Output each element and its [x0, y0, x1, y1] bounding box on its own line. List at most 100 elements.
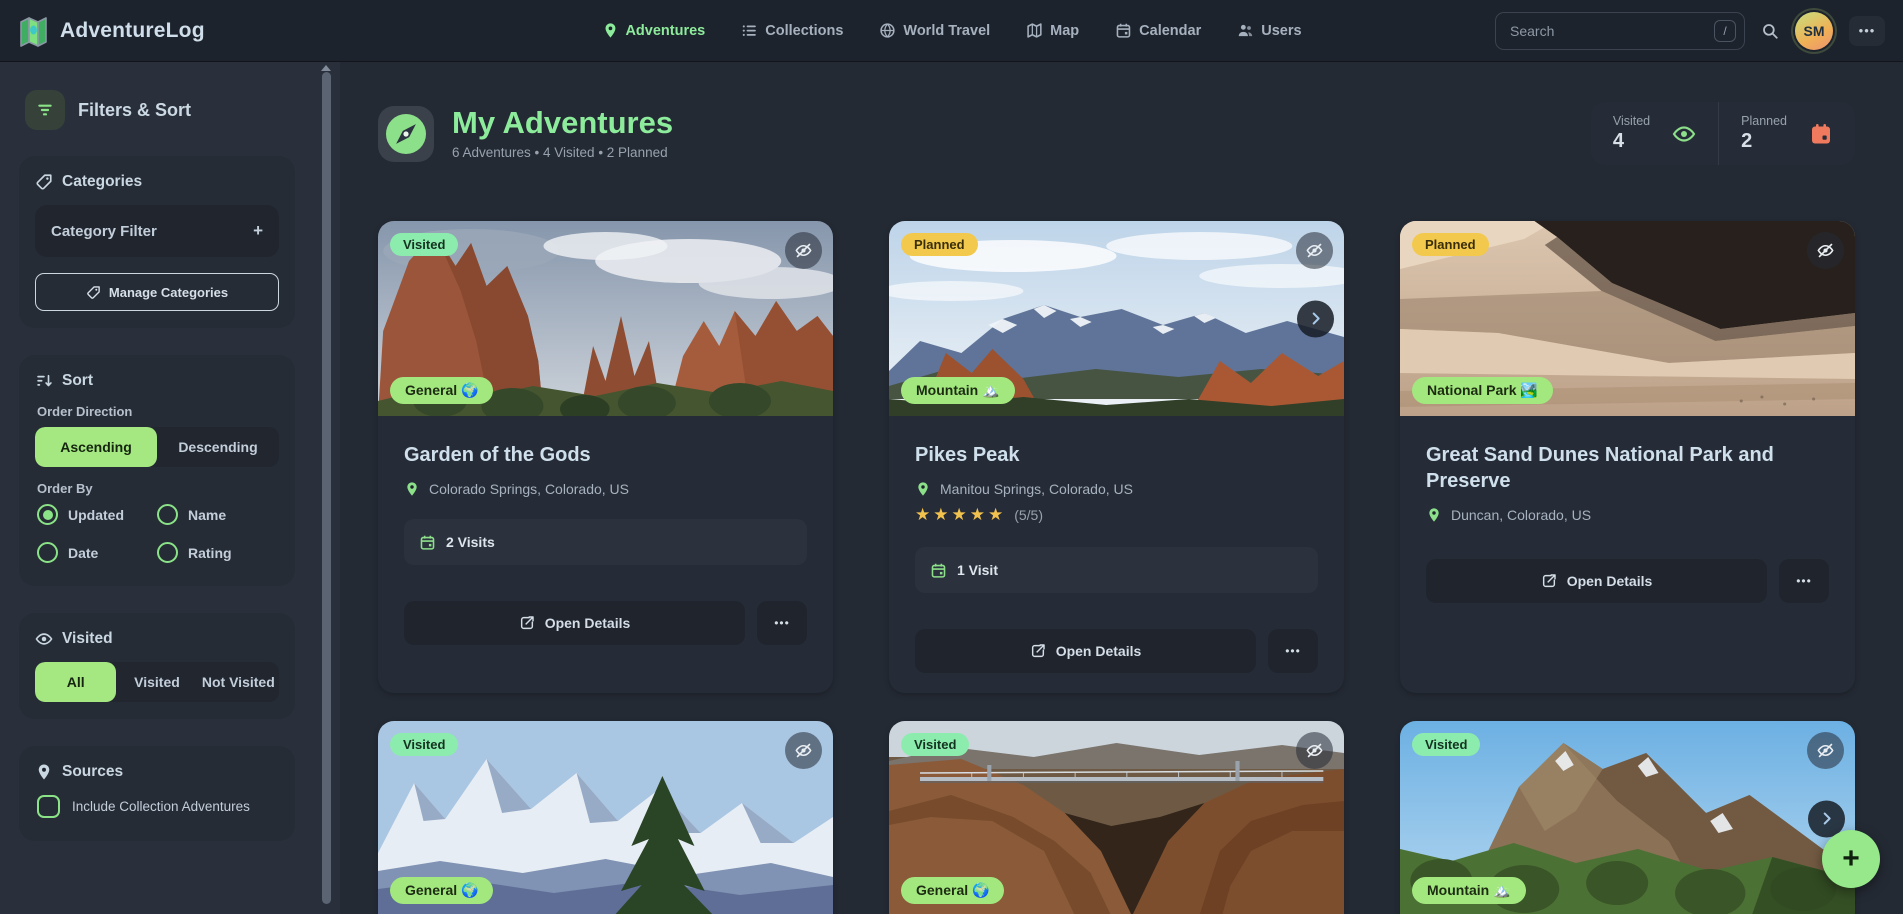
radio-dot — [157, 542, 178, 563]
sidebar-title: Filters & Sort — [78, 100, 191, 121]
radio-name[interactable]: Name — [157, 504, 277, 525]
radio-updated[interactable]: Updated — [37, 504, 157, 525]
status-badge: Visited — [390, 733, 458, 756]
page-titles: My Adventures 6 Adventures • 4 Visited •… — [452, 107, 673, 160]
star-rating-icons: ★★★★★ — [915, 505, 1006, 525]
main-content: My Adventures 6 Adventures • 4 Visited •… — [340, 62, 1903, 914]
adventurelog-app: AdventureLog Adventures Collections Worl… — [0, 0, 1903, 914]
nav-item-adventures[interactable]: Adventures — [601, 22, 705, 39]
toggle-visibility-button[interactable] — [785, 232, 822, 269]
stat-visited-text: Visited 4 — [1613, 114, 1650, 153]
toggle-visibility-button[interactable] — [785, 732, 822, 769]
visited-toggle: All Visited Not Visited — [35, 662, 279, 702]
navbar-right: / SM ••• — [1495, 12, 1885, 50]
nav-item-label: World Travel — [903, 23, 990, 39]
calendar-icon — [1809, 122, 1833, 146]
compass-icon — [385, 113, 427, 155]
location-text: Colorado Springs, Colorado, US — [429, 481, 629, 497]
globe-icon — [879, 22, 896, 39]
toggle-visibility-button[interactable] — [1807, 732, 1844, 769]
card-body: Pikes Peak Manitou Springs, Colorado, US… — [889, 416, 1344, 693]
visited-not-visited-toggle[interactable]: Not Visited — [198, 662, 279, 702]
categories-header: Categories — [35, 173, 279, 191]
adventure-photo: Visited General 🌍 — [889, 721, 1344, 914]
sources-header: Sources — [35, 763, 279, 781]
vertical-scrollbar[interactable] — [321, 62, 331, 914]
tag-icon — [35, 173, 53, 191]
descending-toggle[interactable]: Descending — [157, 427, 279, 467]
map-pin-icon — [35, 763, 53, 781]
ellipsis-icon: ••• — [774, 616, 790, 630]
toggle-visibility-button[interactable] — [1296, 232, 1333, 269]
adventure-title: Garden of the Gods — [404, 442, 807, 468]
navbar: AdventureLog Adventures Collections Worl… — [0, 0, 1903, 62]
category-badge: National Park 🏞️ — [1412, 377, 1553, 404]
expand-icon: + — [253, 221, 263, 241]
location-row: Colorado Springs, Colorado, US — [404, 481, 807, 497]
status-badge: Visited — [901, 733, 969, 756]
nav-item-collections[interactable]: Collections — [741, 22, 843, 39]
scrollbar-up-arrow[interactable] — [321, 65, 331, 71]
nav-item-world-travel[interactable]: World Travel — [879, 22, 990, 39]
page-header: My Adventures 6 Adventures • 4 Visited •… — [378, 102, 1855, 165]
card-menu-button[interactable]: ••• — [1268, 629, 1318, 673]
navbar-menu-button[interactable]: ••• — [1849, 16, 1885, 46]
filter-icon — [35, 100, 55, 120]
nav-item-users[interactable]: Users — [1237, 22, 1301, 39]
checkbox-label: Include Collection Adventures — [72, 799, 250, 814]
open-details-button[interactable]: Open Details — [915, 629, 1256, 673]
avatar[interactable]: SM — [1795, 12, 1833, 50]
toggle-visibility-button[interactable] — [1807, 232, 1844, 269]
adventure-photo: Planned National Park 🏞️ — [1400, 221, 1855, 416]
radio-dot — [37, 504, 58, 525]
visited-visited-toggle[interactable]: Visited — [116, 662, 197, 702]
adventure-card: Planned National Park 🏞️ Great Sand Dune… — [1400, 221, 1855, 693]
add-adventure-button[interactable]: + — [1822, 830, 1880, 888]
search-button[interactable] — [1761, 22, 1779, 40]
calendar-icon — [930, 562, 947, 579]
search-box: / — [1495, 12, 1745, 50]
ellipsis-icon: ••• — [1285, 644, 1301, 658]
ascending-toggle[interactable]: Ascending — [35, 427, 157, 467]
map-pin-icon — [1426, 507, 1442, 523]
radio-date[interactable]: Date — [37, 542, 157, 563]
external-link-icon — [1030, 643, 1046, 659]
nav-item-map[interactable]: Map — [1026, 22, 1079, 39]
category-badge: Mountain 🏔️ — [901, 377, 1015, 404]
adventure-title: Pikes Peak — [915, 442, 1318, 468]
stat-planned-label: Planned — [1741, 114, 1787, 128]
calendar-icon — [419, 534, 436, 551]
map-pin-icon — [601, 22, 618, 39]
users-icon — [1237, 22, 1254, 39]
search-input[interactable] — [1495, 12, 1745, 50]
carousel-next-button[interactable] — [1297, 300, 1334, 337]
ellipsis-icon: ••• — [1796, 574, 1812, 588]
scrollbar-thumb[interactable] — [322, 72, 331, 904]
manage-categories-button[interactable]: Manage Categories — [35, 273, 279, 311]
card-menu-button[interactable]: ••• — [1779, 559, 1829, 603]
radio-rating[interactable]: Rating — [157, 542, 277, 563]
card-menu-button[interactable]: ••• — [757, 601, 807, 645]
category-badge: General 🌍 — [390, 877, 493, 904]
visited-all-toggle[interactable]: All — [35, 662, 116, 702]
stat-planned-value: 2 — [1741, 130, 1787, 153]
include-collection-adventures-checkbox[interactable] — [37, 795, 60, 818]
category-filter-collapse[interactable]: Category Filter + — [35, 205, 279, 257]
nav-item-calendar[interactable]: Calendar — [1115, 22, 1201, 39]
toggle-visibility-button[interactable] — [1296, 732, 1333, 769]
include-collection-adventures-row[interactable]: Include Collection Adventures — [37, 795, 277, 818]
stat-visited: Visited 4 — [1591, 102, 1718, 165]
visits-box: 2 Visits — [404, 519, 807, 565]
open-details-button[interactable]: Open Details — [1426, 559, 1767, 603]
card-actions: Open Details ••• — [915, 629, 1318, 673]
order-direction-label: Order Direction — [37, 404, 277, 419]
chevron-right-icon — [1819, 811, 1835, 827]
chevron-right-icon — [1308, 311, 1324, 327]
manage-categories-label: Manage Categories — [109, 285, 228, 300]
location-row: Manitou Springs, Colorado, US — [915, 481, 1318, 497]
open-details-button[interactable]: Open Details — [404, 601, 745, 645]
eye-off-icon — [794, 741, 813, 760]
adventure-card: Visited General 🌍 — [378, 721, 833, 914]
search-icon — [1761, 22, 1779, 40]
visits-box: 1 Visit — [915, 547, 1318, 593]
